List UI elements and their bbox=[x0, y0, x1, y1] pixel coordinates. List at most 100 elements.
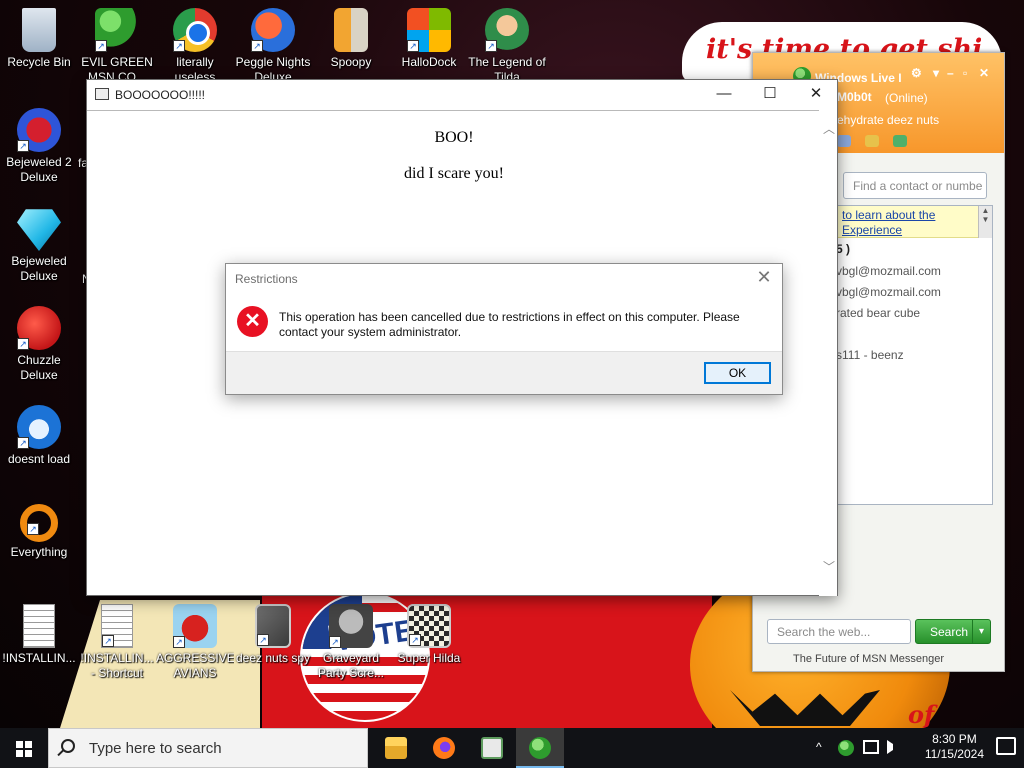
dialog-title: Restrictions bbox=[235, 272, 298, 286]
msn-find-contact-input[interactable]: Find a contact or numbe bbox=[843, 172, 987, 199]
desktop-icon-label: Recycle Bin bbox=[7, 55, 71, 69]
start-button[interactable] bbox=[0, 728, 48, 768]
desktop-icon-deez-nuts-spy[interactable]: ↗ deez nuts spy bbox=[234, 604, 312, 681]
app-window-icon bbox=[481, 737, 503, 759]
msn-personal-message[interactable]: ehydrate deez nuts bbox=[837, 113, 939, 127]
msn-contact-list[interactable]: to learn about the Experience ▲ ▼ 5 ) vbg… bbox=[835, 205, 993, 505]
tray-msn-icon[interactable] bbox=[838, 740, 854, 756]
legend-game-icon: ↗ bbox=[485, 8, 529, 52]
taskbar-app-window[interactable] bbox=[468, 728, 516, 768]
taskbar-firefox[interactable] bbox=[420, 728, 468, 768]
ok-button[interactable]: OK bbox=[704, 362, 771, 384]
msn-contact[interactable]: s111 - beenz bbox=[836, 348, 904, 362]
desktop-icon-peggle-nights[interactable]: ↗ Peggle Nights Deluxe bbox=[234, 8, 312, 85]
msn-status[interactable]: (Online) bbox=[885, 91, 928, 105]
msn-search-button[interactable]: Search ▾ bbox=[915, 619, 991, 644]
wallpaper-bottom-text: of bbox=[908, 700, 935, 728]
volume-icon[interactable] bbox=[887, 740, 901, 754]
peggle-icon: ↗ bbox=[251, 8, 295, 52]
desktop-icon-chuzzle[interactable]: ↗ Chuzzle Deluxe bbox=[0, 306, 78, 383]
msn-info-link[interactable]: to learn about the bbox=[836, 206, 978, 223]
maximize-button[interactable]: ☐ bbox=[747, 80, 793, 110]
msn-dropdown-icon[interactable]: ▾ bbox=[933, 66, 939, 80]
clock-date: 11/15/2024 bbox=[924, 747, 984, 761]
desktop-icon-label: Bejeweled 2 Deluxe bbox=[6, 155, 72, 184]
tray-overflow-icon[interactable]: ^ bbox=[816, 740, 822, 754]
desktop-icon-literally-useless[interactable]: ↗ literally useless bbox=[156, 8, 234, 85]
close-button[interactable]: ✕ bbox=[793, 80, 839, 110]
desktop-icon-everything[interactable]: ↗ Everything bbox=[0, 504, 78, 575]
msn-minimize-icon[interactable]: – bbox=[947, 66, 954, 80]
desktop-icon-evil-green-msn[interactable]: ↗ EVIL GREEN MSN CO... bbox=[78, 8, 156, 85]
desktop-icon-doesnt-load[interactable]: ↗ doesnt load bbox=[0, 405, 78, 482]
msn-mail-icon[interactable] bbox=[837, 135, 851, 147]
desktop-icon-aggressive-avians[interactable]: ↗ AGGRESSIVE AVIANS bbox=[156, 604, 234, 681]
desktop-icon-installing[interactable]: !INSTALLIN... bbox=[0, 604, 78, 681]
msn-globe-icon[interactable] bbox=[893, 135, 907, 147]
minimize-button[interactable]: — bbox=[701, 80, 747, 110]
desktop-icon-recycle-bin[interactable]: Recycle Bin bbox=[0, 8, 78, 85]
msn-contact[interactable]: rated bear cube bbox=[836, 306, 920, 320]
document-icon bbox=[23, 604, 55, 648]
desktop-icon-bejeweled[interactable]: Bejeweled Deluxe bbox=[0, 207, 78, 284]
msn-contact[interactable]: vbgl@mozmail.com bbox=[836, 264, 941, 278]
msn-banner-scrollbar[interactable]: ▲ ▼ bbox=[978, 206, 992, 238]
desktop-icon-installing-shortcut[interactable]: ↗ !INSTALLIN... - Shortcut bbox=[78, 604, 156, 681]
msn-display-name[interactable]: M0b0t bbox=[837, 90, 872, 104]
desktop-icon-label: Super Hilda bbox=[397, 651, 461, 665]
msn-messenger-icon: ↗ bbox=[95, 8, 139, 52]
shortcut-arrow-icon: ↗ bbox=[173, 636, 185, 648]
bejeweled-icon bbox=[17, 209, 61, 251]
boo-heading: BOO! bbox=[434, 129, 474, 146]
scroll-up-icon[interactable]: ︿ bbox=[823, 120, 835, 137]
shortcut-arrow-icon: ↗ bbox=[485, 40, 497, 52]
msn-folder-icon[interactable] bbox=[865, 135, 879, 147]
shortcut-arrow-icon: ↗ bbox=[17, 437, 29, 449]
desktop-icon-super-hilda[interactable]: ↗ Super Hilda bbox=[390, 604, 468, 681]
boo-scrollbar[interactable]: ︿ ﹀ bbox=[819, 110, 837, 596]
shortcut-arrow-icon: ↗ bbox=[27, 523, 39, 535]
desktop-icon-spoopy[interactable]: Spoopy bbox=[312, 8, 390, 85]
error-icon: ✕ bbox=[237, 306, 268, 337]
everything-search-icon: ↗ bbox=[20, 504, 58, 542]
msn-contact-group[interactable]: 5 ) bbox=[836, 242, 850, 256]
msn-web-search-input[interactable]: Search the web... bbox=[767, 619, 911, 644]
shortcut-arrow-icon: ↗ bbox=[257, 634, 269, 646]
desktop-icon-bejeweled-2[interactable]: ↗ Bejeweled 2 Deluxe bbox=[0, 108, 78, 185]
book-icon bbox=[334, 8, 368, 52]
search-icon bbox=[61, 739, 75, 753]
msn-maximize-icon[interactable]: ▫ bbox=[963, 66, 967, 80]
boo-titlebar[interactable]: BOOOOOOO!!!!! — ☐ ✕ bbox=[87, 80, 837, 110]
scroll-down-icon[interactable]: ﹀ bbox=[823, 558, 835, 575]
taskbar-msn-messenger[interactable] bbox=[516, 728, 564, 768]
msn-info-banner: to learn about the Experience bbox=[836, 206, 978, 238]
msn-contact[interactable]: vbgl@mozmail.com bbox=[836, 285, 941, 299]
msn-search-dropdown-icon[interactable]: ▾ bbox=[972, 620, 990, 643]
desktop-icon-graveyard-party[interactable]: ↗ Graveyard Party Scre... bbox=[312, 604, 390, 681]
shortcut-arrow-icon: ↗ bbox=[102, 635, 114, 647]
shortcut-arrow-icon: ↗ bbox=[409, 634, 421, 646]
dialog-message: This operation has been cancelled due to… bbox=[279, 310, 740, 339]
dialog-footer: OK bbox=[226, 351, 782, 394]
desktop-icon-label: Graveyard Party Scre... bbox=[317, 651, 385, 680]
msn-menu-icon[interactable]: ⚙ bbox=[911, 66, 922, 80]
msn-close-icon[interactable]: ✕ bbox=[979, 66, 989, 80]
dialog-close-button[interactable]: ✕ bbox=[754, 267, 774, 287]
notification-center-icon[interactable] bbox=[996, 737, 1016, 755]
network-icon[interactable] bbox=[863, 740, 879, 754]
msn-footer-text: The Future of MSN Messenger bbox=[793, 653, 945, 665]
msn-info-link[interactable]: Experience bbox=[836, 223, 978, 238]
taskbar-search-box[interactable]: Type here to search bbox=[48, 728, 368, 768]
restrictions-dialog[interactable]: Restrictions ✕ ✕ This operation has been… bbox=[225, 263, 783, 395]
taskbar-clock[interactable]: 8:30 PM 11/15/2024 bbox=[925, 732, 984, 762]
desktop-icon-label: doesnt load bbox=[7, 452, 71, 466]
file-explorer-icon bbox=[385, 737, 407, 759]
graveyard-icon: ↗ bbox=[329, 604, 373, 648]
desktop-icon-legend-of-tilda[interactable]: ↗ The Legend of Tilda bbox=[468, 8, 546, 85]
clock-time: 8:30 PM bbox=[932, 732, 977, 746]
desktop-icon-label: !INSTALLIN... - Shortcut bbox=[80, 651, 154, 680]
desktop-icon-label: !INSTALLIN... bbox=[2, 651, 76, 665]
desktop-icon-hallodock[interactable]: ↗ HalloDock bbox=[390, 8, 468, 85]
taskbar-file-explorer[interactable] bbox=[372, 728, 420, 768]
bejeweled2-icon: ↗ bbox=[17, 108, 61, 152]
